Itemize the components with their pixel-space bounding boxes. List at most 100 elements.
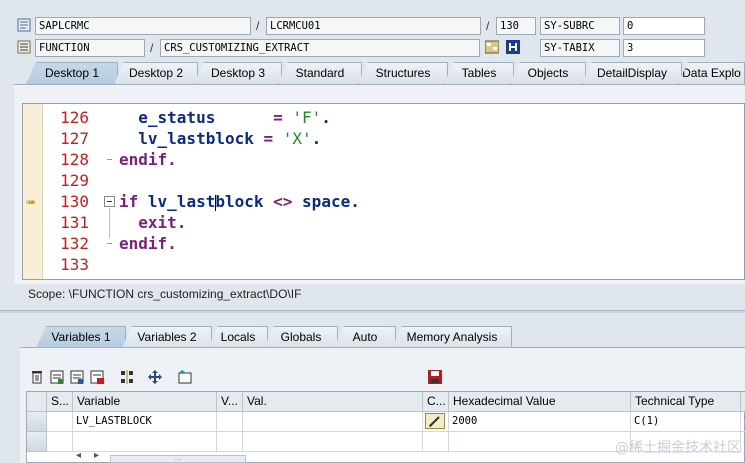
- cell-s: [47, 432, 73, 452]
- program-field: SAPLCRMC: [35, 17, 251, 35]
- tab-standard[interactable]: Standard: [278, 62, 362, 84]
- code-text: endif.: [119, 150, 177, 169]
- export-icon[interactable]: [90, 370, 104, 384]
- scroll-left-icon[interactable]: ◂: [76, 450, 81, 461]
- insert-icon[interactable]: [50, 370, 64, 384]
- separator: /: [486, 19, 490, 33]
- object-type-field: FUNCTION: [35, 39, 145, 57]
- code-line: 131 exit.: [23, 212, 744, 233]
- delete-icon[interactable]: [30, 370, 44, 384]
- line-number: 132: [60, 234, 89, 253]
- code-text: if lv_lastblock <> space.: [119, 192, 360, 211]
- save-icon[interactable]: [428, 370, 442, 384]
- scope-label: Scope: \FUNCTION crs_customizing_extract…: [28, 287, 302, 301]
- tab-desktop-2[interactable]: Desktop 2: [114, 62, 198, 84]
- tab-globals[interactable]: Globals: [264, 326, 338, 348]
- line-number: 126: [60, 108, 89, 127]
- line-number: 134: [45, 275, 89, 279]
- tab-detaildisplay[interactable]: DetailDisplay: [582, 62, 682, 84]
- tab-desktop-3[interactable]: Desktop 3: [194, 62, 282, 84]
- move-icon[interactable]: [148, 370, 162, 384]
- tab-variables-2[interactable]: Variables 2: [122, 326, 212, 348]
- tab-desktop-1[interactable]: Desktop 1: [26, 62, 118, 84]
- cell-val[interactable]: [243, 412, 423, 432]
- row-selector[interactable]: [27, 432, 47, 452]
- tab-locals[interactable]: Locals: [208, 326, 268, 348]
- code-text: lv_lastblock = 'X'.: [119, 129, 322, 148]
- program-icon: [17, 18, 31, 32]
- edit-icon[interactable]: [425, 413, 445, 429]
- scroll-grip: ...: [174, 453, 182, 462]
- desktop-tabbar: Desktop 1 Desktop 2 Desktop 3 Standard S…: [0, 62, 745, 84]
- cell-technical-type: C(1): [631, 412, 741, 432]
- col-header-s[interactable]: S...: [47, 392, 73, 412]
- code-line: 133: [23, 254, 744, 275]
- code-text: exit.: [119, 213, 187, 232]
- line-number: 127: [60, 129, 89, 148]
- separator: /: [150, 41, 154, 55]
- tab-tables[interactable]: Tables: [444, 62, 514, 84]
- cell-hex: [449, 432, 631, 452]
- code-line: 132 endif.: [23, 233, 744, 254]
- grid-corner: [27, 392, 47, 412]
- cell-c: [423, 412, 449, 432]
- fold-collapse-icon[interactable]: [104, 196, 115, 207]
- horizontal-scrollbar[interactable]: ◂ ▸ ...: [76, 450, 276, 463]
- code-line: 128 endif.: [23, 149, 744, 170]
- cell-variable[interactable]: LV_LASTBLOCK: [73, 412, 217, 432]
- code-line: 134: [23, 275, 744, 279]
- tab-auto[interactable]: Auto: [334, 326, 396, 348]
- code-text: e_status = 'F'.: [119, 108, 331, 127]
- col-header-c[interactable]: C...: [423, 392, 449, 412]
- col-header-a[interactable]: A: [741, 392, 745, 412]
- row-selector[interactable]: [27, 412, 47, 432]
- col-header-v[interactable]: V...: [217, 392, 243, 412]
- cell-v: [217, 432, 243, 452]
- splitter[interactable]: [0, 310, 745, 313]
- tab-variables-1[interactable]: Variables 1: [36, 326, 126, 348]
- select-icon[interactable]: [178, 370, 192, 384]
- col-header-val[interactable]: Val.: [243, 392, 423, 412]
- tab-structures[interactable]: Structures: [358, 62, 448, 84]
- navigate-icon[interactable]: [484, 40, 500, 54]
- line-number: 129: [60, 171, 89, 190]
- code-text: endif.: [119, 234, 177, 253]
- line-number-field: 130: [496, 17, 536, 35]
- current-line-arrow-icon: ➠: [26, 195, 37, 209]
- col-header-hex[interactable]: Hexadecimal Value: [449, 392, 631, 412]
- sysfield-value-2[interactable]: 3: [623, 39, 705, 57]
- function-icon: [17, 40, 31, 54]
- line-number: 130: [60, 192, 89, 211]
- cell-a: \: [741, 412, 745, 432]
- separator: /: [256, 19, 260, 33]
- tab-objects[interactable]: Objects: [510, 62, 586, 84]
- include-field: LCRMCU01: [266, 17, 481, 35]
- fold-end-marker: [107, 243, 112, 244]
- source-code-editor[interactable]: 126 e_status = 'F'. 127 lv_lastblock = '…: [22, 103, 745, 280]
- tab-memory-analysis[interactable]: Memory Analysis: [392, 326, 512, 348]
- code-line: 129: [23, 170, 744, 191]
- cell-v: [217, 412, 243, 432]
- fold-end-marker: [107, 159, 112, 160]
- col-header-variable[interactable]: Variable: [73, 392, 217, 412]
- line-number: 133: [60, 255, 89, 274]
- code-line-current: ➠ 130 if lv_lastblock <> space.: [23, 191, 744, 212]
- scroll-right-icon[interactable]: ▸: [94, 450, 99, 461]
- cell-val[interactable]: [243, 432, 423, 452]
- sysfield-name-1: SY-SUBRC: [540, 17, 620, 35]
- code-line: 126 e_status = 'F'.: [23, 107, 744, 128]
- col-header-technical-type[interactable]: Technical Type: [631, 392, 741, 412]
- cell-c: [423, 432, 449, 452]
- scroll-thumb[interactable]: ...: [110, 453, 246, 463]
- line-number: 128: [60, 150, 89, 169]
- sysfield-value-1[interactable]: 0: [623, 17, 705, 35]
- info-icon[interactable]: [506, 40, 520, 54]
- tab-data-explorer[interactable]: Data Explo: [678, 62, 745, 84]
- cell-s: [47, 412, 73, 432]
- sysfield-name-2: SY-TABIX: [540, 39, 620, 57]
- variables-tabbar: Variables 1 Variables 2 Locals Globals A…: [0, 326, 745, 348]
- cell-variable[interactable]: [73, 432, 217, 452]
- object-name-field: CRS_CUSTOMIZING_EXTRACT: [160, 39, 480, 57]
- detail-icon[interactable]: [70, 370, 84, 384]
- tree-icon[interactable]: [120, 370, 134, 384]
